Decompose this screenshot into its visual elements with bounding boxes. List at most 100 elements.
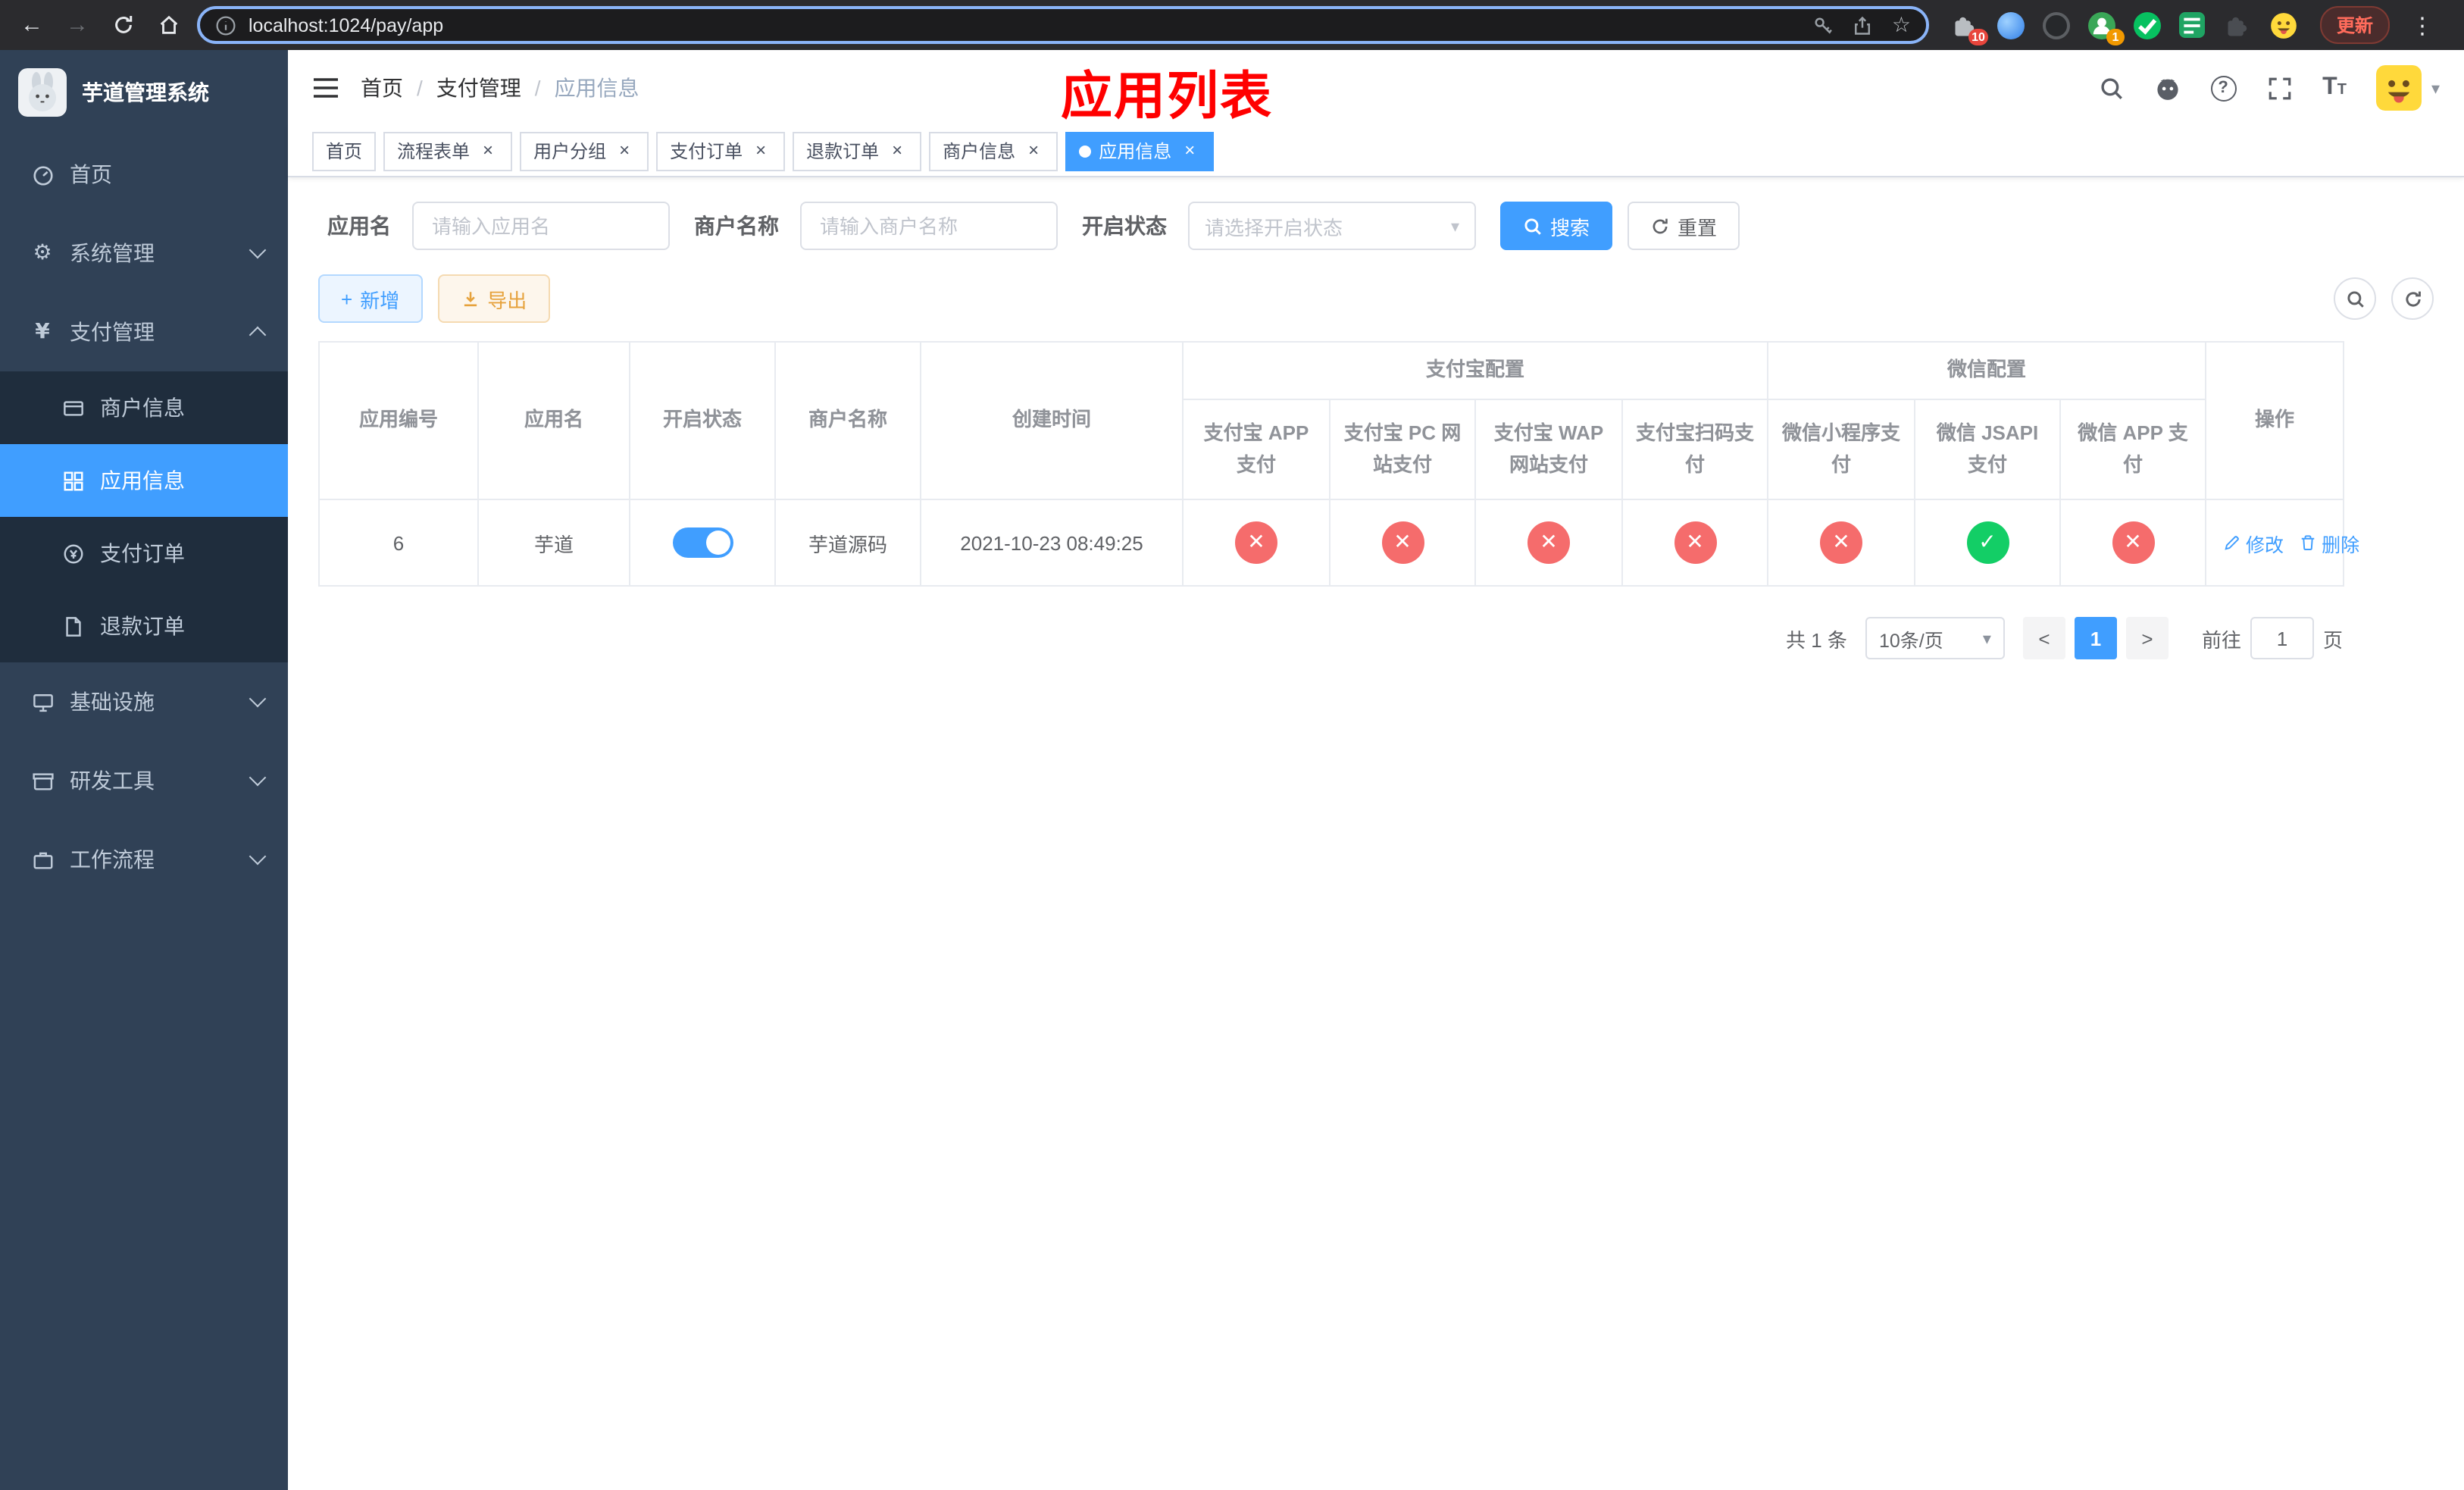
browser-reload-icon[interactable]: [106, 8, 139, 42]
monitor-icon: [30, 690, 55, 714]
help-icon[interactable]: ?: [2210, 75, 2237, 101]
breadcrumb-payment[interactable]: 支付管理: [436, 73, 521, 103]
page-size-select[interactable]: 10条/页 ▾: [1865, 617, 2005, 659]
tab-close-icon[interactable]: ×: [614, 139, 635, 161]
breadcrumb-home[interactable]: 首页: [361, 73, 403, 103]
chevron-down-icon: ▾: [2431, 78, 2440, 98]
sidebar-item-label: 系统管理: [70, 241, 155, 265]
sidebar-toggle-icon[interactable]: [312, 76, 339, 100]
status-toggle[interactable]: [672, 527, 733, 558]
col-group-alipay: 支付宝配置: [1181, 341, 1769, 400]
browser-update-button[interactable]: 更新: [2319, 6, 2390, 44]
refresh-table-button[interactable]: [2391, 277, 2434, 320]
fullscreen-icon[interactable]: [2266, 75, 2292, 101]
check-extension-icon[interactable]: [2132, 10, 2162, 40]
notes-extension-icon[interactable]: [2178, 10, 2208, 40]
payment-submenu: 商户信息 应用信息 支付订单 退款订单: [0, 371, 288, 662]
chevron-down-icon: [249, 768, 267, 787]
sidebar-item-payment[interactable]: ¥ 支付管理: [0, 293, 288, 371]
tab-process-form[interactable]: 流程表单 ×: [383, 131, 513, 171]
emoji-avatar-icon[interactable]: [2269, 10, 2299, 40]
github-icon[interactable]: [2154, 75, 2180, 101]
password-key-icon[interactable]: [1813, 14, 1834, 36]
app-name-input[interactable]: [412, 202, 670, 250]
avatar-extension-badge: 1: [2106, 28, 2125, 45]
col-alipay-pc: 支付宝 PC 网站支付: [1329, 399, 1476, 500]
breadcrumb-current: 应用信息: [554, 76, 639, 100]
goto-page-input[interactable]: [2250, 617, 2314, 659]
app-table: 应用编号 应用名 开启状态 商户名称 创建时间 支付宝配置 微信配置 操作 支付…: [318, 341, 2359, 587]
tab-refund-order[interactable]: 退款订单 ×: [793, 131, 922, 171]
sidebar-item-home[interactable]: 首页: [0, 135, 288, 214]
tab-pay-order[interactable]: 支付订单 ×: [656, 131, 786, 171]
search-button[interactable]: 搜索: [1500, 202, 1613, 250]
font-size-icon[interactable]: TT: [2322, 75, 2347, 100]
status-select[interactable]: 请选择开启状态 ▾: [1188, 202, 1476, 250]
tab-close-icon[interactable]: ×: [750, 139, 771, 161]
browser-back-icon[interactable]: ←: [15, 8, 48, 42]
screen: ← → localhost:1024/pay/app ☆ 10 1 更新 ⋮ 芋…: [0, 0, 2464, 1490]
tab-label: 用户分组: [533, 141, 607, 162]
main-panel: 首页 / 支付管理 / 应用信息 ? TT ▾ 首页 流程表单 × 用户分组 ×…: [288, 50, 2464, 1490]
sidebar-item-devtools[interactable]: 研发工具: [0, 741, 288, 820]
puzzle-extension-icon[interactable]: 10: [1950, 10, 1988, 45]
app-title: 芋道管理系统: [82, 80, 209, 105]
edit-link[interactable]: 修改: [2223, 528, 2284, 557]
reset-button[interactable]: 重置: [1628, 202, 1740, 250]
tab-label: 商户信息: [943, 141, 1016, 162]
col-actions: 操作: [2205, 341, 2345, 500]
tab-close-icon[interactable]: ×: [1179, 139, 1200, 161]
avatar-extension-icon[interactable]: 1: [2087, 10, 2125, 45]
user-avatar[interactable]: [2376, 65, 2422, 111]
tab-home[interactable]: 首页: [312, 131, 377, 171]
header-search-icon[interactable]: [2098, 75, 2124, 101]
page-1-button[interactable]: 1: [2074, 617, 2117, 659]
table-toolbar: + 新增 导出: [318, 274, 2434, 323]
sidebar-item-workflow[interactable]: 工作流程: [0, 820, 288, 899]
next-page-button[interactable]: >: [2125, 617, 2169, 659]
col-status: 开启状态: [629, 341, 776, 500]
merchant-name-input[interactable]: [800, 202, 1058, 250]
sidebar-item-pay-order[interactable]: 支付订单: [0, 517, 288, 590]
browser-menu-icon[interactable]: ⋮: [2405, 11, 2440, 39]
yen-icon: ¥: [35, 320, 50, 344]
wechat-lite-status-icon: ✕: [1820, 521, 1863, 564]
add-button[interactable]: + 新增: [318, 274, 423, 323]
site-info-icon[interactable]: [215, 14, 236, 36]
sidebar-item-merchant-info[interactable]: 商户信息: [0, 371, 288, 444]
col-alipay-app: 支付宝 APP 支付: [1182, 399, 1330, 500]
sidebar-item-refund-order[interactable]: 退款订单: [0, 590, 288, 662]
toolbar-right-actions: [2334, 277, 2434, 320]
col-app-id: 应用编号: [318, 341, 479, 500]
sidebar-item-system[interactable]: ⚙ 系统管理: [0, 214, 288, 293]
sidebar-item-infra[interactable]: 基础设施: [0, 662, 288, 741]
puzzle2-extension-icon[interactable]: [2223, 10, 2253, 40]
tab-merchant-info[interactable]: 商户信息 ×: [929, 131, 1058, 171]
delete-link[interactable]: 删除: [2299, 528, 2359, 557]
tab-user-group[interactable]: 用户分组 ×: [520, 131, 649, 171]
tags-view: 首页 流程表单 × 用户分组 × 支付订单 × 退款订单 × 商户信息 × 应用…: [288, 126, 2464, 177]
tab-app-info[interactable]: 应用信息 ×: [1065, 131, 1215, 171]
dark-extension-icon[interactable]: [2041, 10, 2072, 40]
navbar-actions: ? TT ▾: [2098, 65, 2440, 111]
tab-close-icon[interactable]: ×: [1023, 139, 1044, 161]
briefcase-icon: [30, 847, 55, 872]
tab-close-icon[interactable]: ×: [477, 139, 499, 161]
bookmark-star-icon[interactable]: ☆: [1892, 13, 1911, 37]
prev-page-button[interactable]: <: [2022, 617, 2065, 659]
share-icon[interactable]: [1853, 14, 1874, 36]
browser-home-icon[interactable]: [152, 8, 185, 42]
sidebar-item-app-info[interactable]: 应用信息: [0, 444, 288, 517]
toggle-search-button[interactable]: [2334, 277, 2376, 320]
address-bar[interactable]: localhost:1024/pay/app ☆: [197, 6, 1929, 44]
blue-extension-icon[interactable]: [1996, 10, 2026, 40]
sidebar-item-label: 基础设施: [70, 690, 155, 714]
cell-status: [629, 499, 776, 587]
cell-app-id: 6: [318, 499, 479, 587]
user-menu[interactable]: ▾: [2376, 65, 2440, 111]
app-navbar: 首页 / 支付管理 / 应用信息 ? TT ▾: [288, 50, 2464, 126]
export-button[interactable]: 导出: [437, 274, 550, 323]
browser-forward-icon[interactable]: →: [61, 8, 94, 42]
add-button-label: 新增: [360, 289, 400, 311]
tab-close-icon[interactable]: ×: [886, 139, 908, 161]
